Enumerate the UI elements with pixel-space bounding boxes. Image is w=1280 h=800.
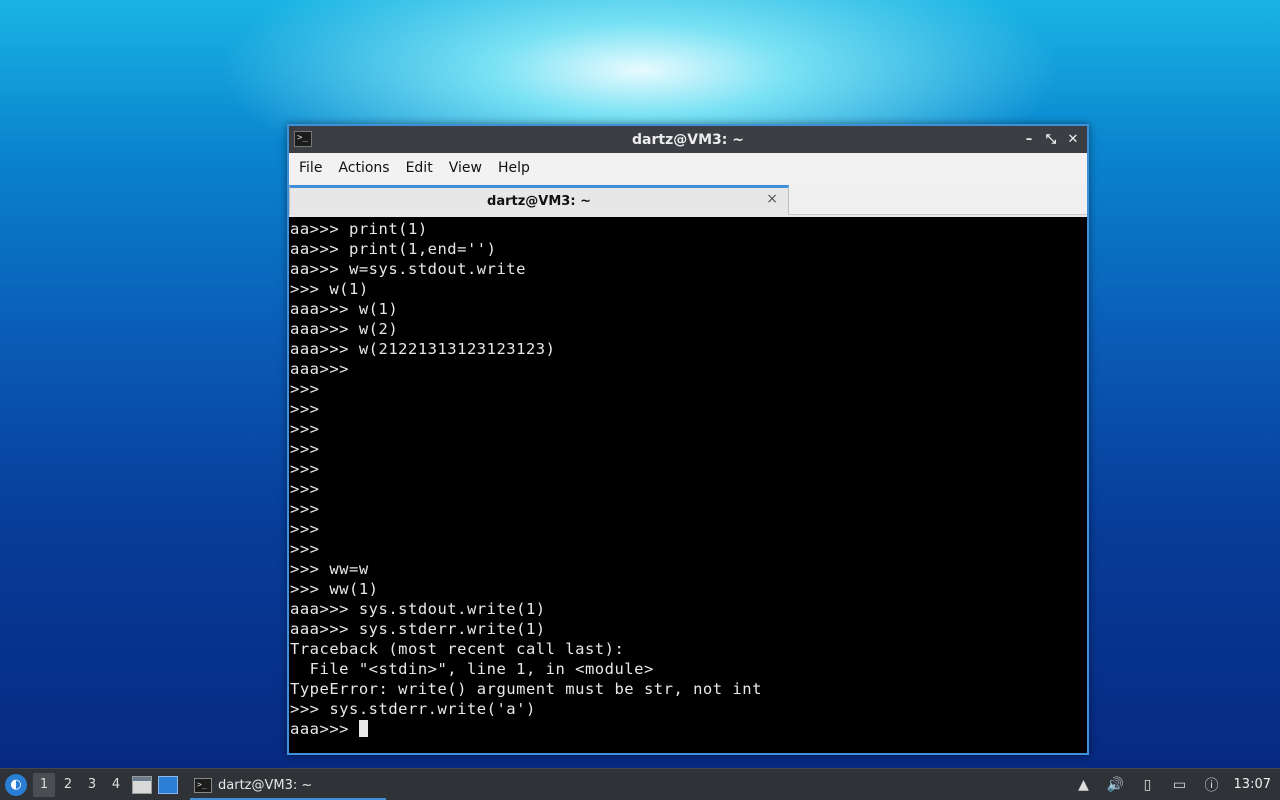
menu-actions[interactable]: Actions — [330, 160, 397, 176]
window-title: dartz@VM3: ~ — [632, 131, 744, 148]
prompt-text: aaa>>> — [290, 720, 359, 738]
terminal-line: Traceback (most recent call last): — [290, 640, 625, 658]
system-tray: ▲ 🔊 ▯ ▭ ⓘ 13:07 — [1068, 769, 1280, 800]
taskbar: ◐ 1 2 3 4 >_ dartz@VM3: ~ ▲ 🔊 ▯ ▭ ⓘ 13:0… — [0, 768, 1280, 800]
terminal-line: >>> — [290, 500, 320, 518]
volume-icon[interactable]: 🔊 — [1106, 775, 1126, 795]
terminal-task-icon: >_ — [194, 778, 212, 793]
terminal-line: >>> — [290, 420, 320, 438]
workspace-3[interactable]: 3 — [81, 773, 103, 797]
terminal-line: aa>>> w=sys.stdout.write — [290, 260, 526, 278]
show-desktop-icon[interactable] — [158, 775, 178, 794]
terminal-line: aaa>>> w(21221313123123123) — [290, 340, 556, 358]
terminal-line: >>> — [290, 400, 320, 418]
terminal-line: >>> sys.stderr.write('a') — [290, 700, 536, 718]
terminal-line: >>> — [290, 460, 320, 478]
terminal-line: aaa>>> sys.stdout.write(1) — [290, 600, 546, 618]
terminal-line: aa>>> print(1) — [290, 220, 428, 238]
terminal-line: aaa>>> sys.stderr.write(1) — [290, 620, 546, 638]
tab-close-icon[interactable]: × — [766, 191, 778, 207]
workspace-1[interactable]: 1 — [33, 772, 55, 797]
update-notifier-icon[interactable]: ⓘ — [1202, 775, 1222, 795]
taskbar-task-terminal[interactable]: >_ dartz@VM3: ~ — [190, 773, 386, 800]
menu-bar: File Actions Edit View Help — [289, 153, 1087, 183]
terminal-line: >>> w(1) — [290, 280, 369, 298]
terminal-line: aa>>> print(1,end='') — [290, 240, 497, 258]
terminal-line: aaa>>> w(2) — [290, 320, 399, 338]
menu-file[interactable]: File — [291, 160, 330, 176]
terminal-line: >>> — [290, 480, 320, 498]
terminal-line: File "<stdin>", line 1, in <module> — [290, 660, 654, 678]
terminal-line: TypeError: write() argument must be str,… — [290, 680, 762, 698]
file-manager-icon[interactable] — [132, 775, 152, 794]
maximize-icon[interactable]: ⤡ — [1043, 130, 1059, 148]
window-controls: – ⤡ ✕ — [1021, 130, 1081, 148]
tab-bar: dartz@VM3: ~ × — [289, 183, 1087, 215]
start-menu-icon[interactable]: ◐ — [5, 773, 27, 796]
tray-expand-icon[interactable]: ▲ — [1074, 775, 1094, 795]
workspace-4[interactable]: 4 — [105, 773, 127, 797]
task-label: dartz@VM3: ~ — [218, 778, 313, 793]
terminal-tab[interactable]: dartz@VM3: ~ × — [289, 185, 789, 215]
minimize-icon[interactable]: – — [1021, 130, 1037, 148]
network-icon[interactable]: ▭ — [1170, 775, 1190, 795]
clipboard-icon[interactable]: ▯ — [1138, 775, 1158, 795]
close-icon[interactable]: ✕ — [1065, 130, 1081, 148]
terminal-line: aaa>>> — [290, 360, 349, 378]
terminal-line: >>> — [290, 540, 320, 558]
tab-label: dartz@VM3: ~ — [487, 194, 591, 209]
terminal-line: >>> — [290, 380, 320, 398]
terminal-line: aaa>>> w(1) — [290, 300, 399, 318]
terminal-window: >_ dartz@VM3: ~ – ⤡ ✕ File Actions Edit … — [287, 124, 1089, 755]
terminal-prompt-line[interactable]: aaa>>> — [290, 719, 1087, 739]
menu-edit[interactable]: Edit — [398, 160, 441, 176]
terminal-line: >>> — [290, 440, 320, 458]
workspace-2[interactable]: 2 — [57, 773, 79, 797]
menu-view[interactable]: View — [441, 160, 490, 176]
terminal-line: >>> ww=w — [290, 560, 369, 578]
title-bar[interactable]: >_ dartz@VM3: ~ – ⤡ ✕ — [289, 126, 1087, 153]
terminal-line: >>> — [290, 520, 320, 538]
clock[interactable]: 13:07 — [1234, 777, 1271, 792]
text-cursor — [358, 720, 368, 737]
terminal-line: >>> ww(1) — [290, 580, 379, 598]
menu-help[interactable]: Help — [490, 160, 538, 176]
terminal-output[interactable]: aa>>> print(1) aa>>> print(1,end='') aa>>>… — [289, 217, 1087, 753]
